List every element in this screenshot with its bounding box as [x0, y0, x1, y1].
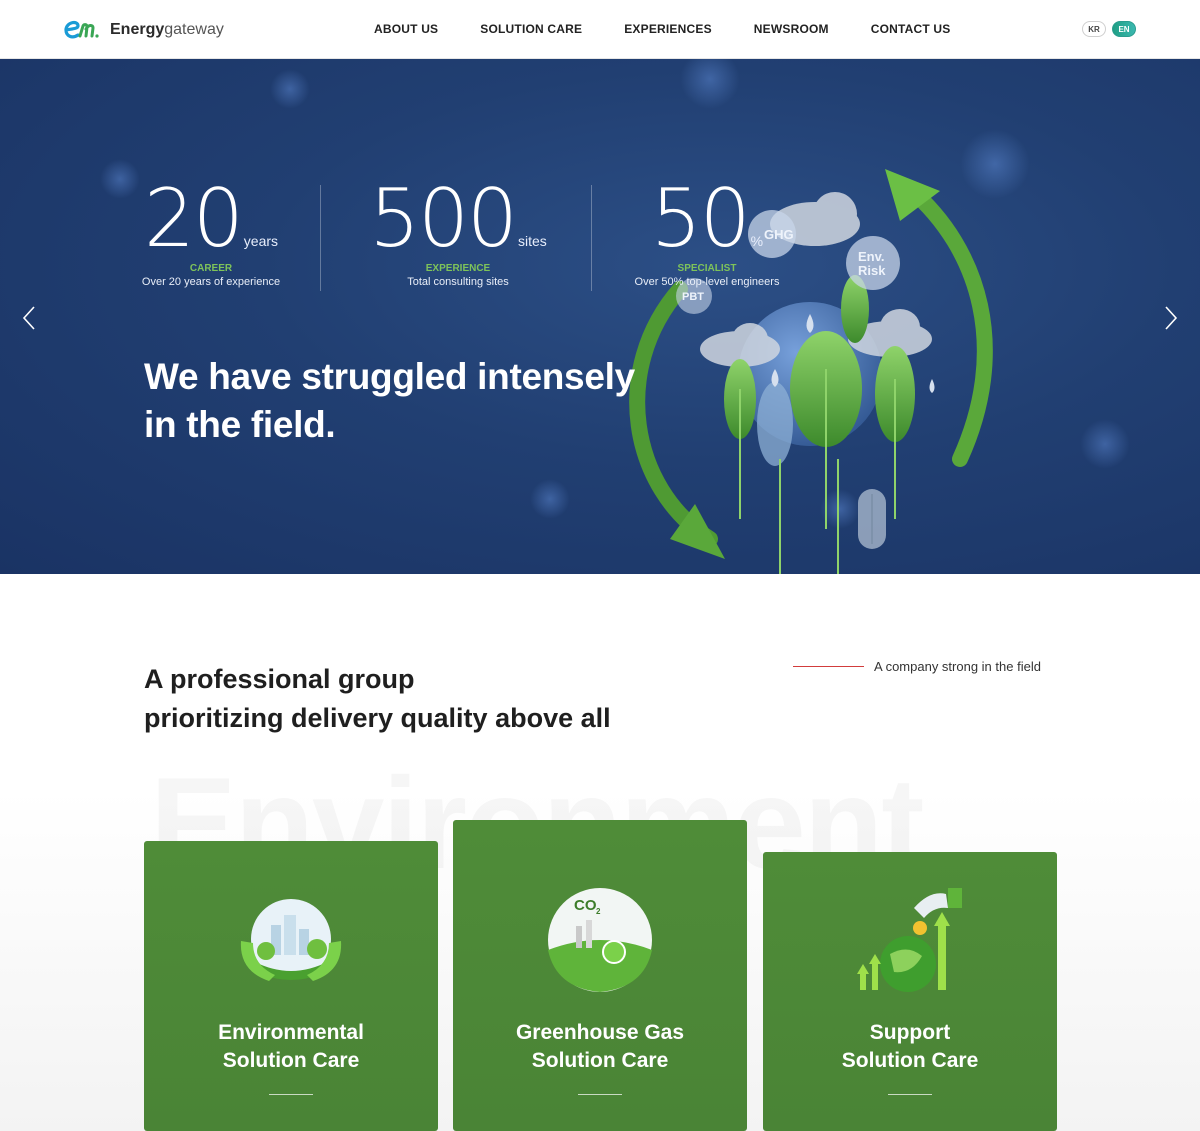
nav-solution-care[interactable]: SOLUTION CARE	[480, 22, 582, 36]
nav-contact-us[interactable]: CONTACT US	[871, 22, 951, 36]
logo-sub: gateway	[164, 21, 224, 38]
env-bubble-text-2: Risk	[858, 263, 886, 278]
card-label-line1: Support	[869, 1021, 951, 1044]
growth-globe-icon	[857, 888, 962, 992]
hero-title: We have struggled intensely in the field…	[144, 353, 635, 449]
stat-number: 20	[143, 172, 244, 265]
stat-desc: Total consulting sites	[407, 276, 509, 288]
tagline-line	[793, 666, 864, 667]
card-dash	[269, 1094, 313, 1095]
co2-text: CO	[574, 897, 597, 914]
stat-unit: %	[750, 233, 764, 249]
card-label: Environmental Solution Care	[144, 1019, 438, 1075]
card-label: Support Solution Care	[763, 1019, 1057, 1075]
stat-experience: 500 sites EXPERIENCE Total consulting sit…	[362, 177, 554, 289]
stat-desc: Over 50% top-level engineers	[634, 276, 780, 288]
next-slide-icon[interactable]	[1160, 303, 1182, 333]
lang-kr-button[interactable]: KR	[1082, 21, 1106, 37]
stat-divider	[320, 185, 321, 291]
stat-unit: sites	[517, 233, 547, 249]
stat-desc: Over 20 years of experience	[141, 276, 281, 288]
co2-globe-icon: CO 2	[548, 888, 652, 992]
card-label: Greenhouse Gas Solution Care	[453, 1019, 747, 1075]
bokeh-light	[100, 159, 140, 199]
nav-newsroom[interactable]: NEWSROOM	[754, 22, 829, 36]
card-label-line2: Solution Care	[222, 1049, 360, 1072]
card-dash	[578, 1094, 622, 1095]
card-greenhouse-gas-solution[interactable]: CO 2 Greenhouse Gas Solution Care	[453, 820, 747, 1131]
env-bubble-text-1: Env.	[858, 249, 885, 264]
stat-number: 50	[650, 172, 751, 265]
section-title-line1: A professional group	[144, 664, 415, 694]
lang-en-button[interactable]: EN	[1112, 21, 1136, 37]
tagline-text: A company strong in the field	[874, 659, 1041, 674]
stat-specialist: 50% SPECIALIST Over 50% top-level engine…	[632, 177, 782, 289]
stat-career: 20 years CAREER Over 20 years of experien…	[140, 177, 282, 289]
globe-hands-icon	[240, 899, 342, 981]
card-label-line1: Environmental	[218, 1021, 364, 1044]
logo-brand: Energy	[110, 21, 165, 38]
bokeh-light	[530, 479, 570, 519]
section-tagline: A company strong in the field	[793, 659, 1041, 674]
card-environmental-solution[interactable]: Environmental Solution Care	[144, 841, 438, 1131]
stat-divider	[591, 185, 592, 291]
nav-about-us[interactable]: ABOUT US	[374, 22, 438, 36]
co2-subscript: 2	[596, 907, 601, 916]
card-label-line2: Solution Care	[841, 1049, 979, 1072]
section-title-line2: prioritizing delivery quality above all	[144, 703, 611, 733]
site-header: Energygateway ABOUT US SOLUTION CARE EXP…	[0, 0, 1200, 59]
bokeh-light	[270, 69, 310, 109]
hero-banner: GHG Env. Risk PBT 20 years CAREER Over 20…	[0, 59, 1200, 574]
card-label-line2: Solution Care	[531, 1049, 669, 1072]
nav-experiences[interactable]: EXPERIENCES	[624, 22, 712, 36]
logo-mark-icon	[64, 20, 99, 39]
section-title: A professional group prioritizing delive…	[144, 660, 611, 738]
bokeh-light	[1080, 419, 1130, 469]
hero-title-line2: in the field.	[144, 404, 336, 445]
main-nav: ABOUT US SOLUTION CARE EXPERIENCES NEWSR…	[374, 22, 993, 36]
stat-unit: years	[243, 233, 279, 249]
pbt-bubble-text: PBT	[682, 291, 704, 303]
language-switcher: KR EN	[1082, 21, 1136, 37]
bokeh-light	[680, 59, 740, 109]
logo[interactable]: Energygateway	[62, 14, 224, 42]
stat-number: 500	[369, 172, 518, 265]
prev-slide-icon[interactable]	[18, 303, 40, 333]
card-support-solution[interactable]: Support Solution Care	[763, 852, 1057, 1131]
card-dash	[888, 1094, 932, 1095]
card-label-line1: Greenhouse Gas	[515, 1021, 685, 1044]
hero-title-line1: We have struggled intensely	[144, 356, 635, 397]
